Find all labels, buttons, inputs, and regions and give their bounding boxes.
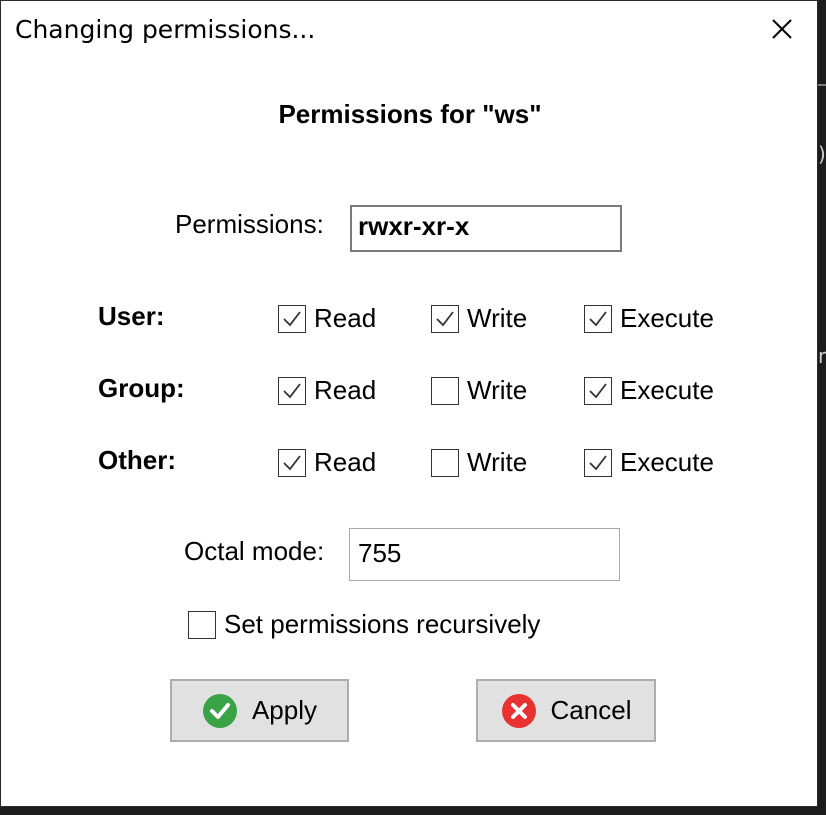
group-write-label: Write: [467, 375, 528, 405]
other-execute-label: Execute: [620, 447, 714, 477]
cancel-button-label: Cancel: [550, 695, 632, 725]
other-read-checkbox-box[interactable]: [278, 448, 306, 477]
group-read-checkbox[interactable]: Read: [278, 375, 376, 406]
apply-button-label: Apply: [251, 695, 318, 725]
other-write-label: Write: [467, 447, 528, 477]
checkmark-icon: [436, 310, 454, 326]
user-write-label: Write: [467, 303, 528, 333]
dialog-heading: Permissions for "ws": [278, 99, 542, 129]
user-execute-label: Execute: [620, 303, 714, 333]
user-read-checkbox-box[interactable]: [278, 304, 306, 333]
group-execute-checkbox[interactable]: Execute: [584, 375, 714, 406]
octal-mode-label: Octal mode:: [184, 536, 325, 566]
recursive-checkbox[interactable]: Set permissions recursively: [188, 609, 540, 640]
octal-mode-field[interactable]: 755: [349, 528, 620, 581]
checkmark-icon: [283, 454, 301, 470]
close-icon: [772, 19, 792, 39]
permissions-string-field[interactable]: rwxr-xr-x: [350, 205, 622, 252]
x-circle-icon: [501, 693, 536, 728]
check-circle-icon: [202, 693, 237, 728]
apply-button[interactable]: Apply: [170, 679, 349, 742]
user-row-label: User:: [98, 301, 165, 331]
other-read-checkbox[interactable]: Read: [278, 447, 376, 478]
other-execute-checkbox[interactable]: Execute: [584, 447, 714, 478]
permissions-dialog: Changing permissions... Permissions for …: [0, 0, 818, 807]
other-row-label: Other:: [98, 445, 176, 475]
permissions-label: Permissions:: [175, 209, 324, 239]
recursive-checkbox-box[interactable]: [188, 610, 216, 639]
group-row-label: Group:: [98, 373, 185, 403]
group-read-label: Read: [314, 375, 377, 405]
background-divider: [818, 84, 826, 86]
background-text: n: [818, 344, 826, 368]
checkmark-icon: [283, 310, 301, 326]
user-execute-checkbox-box[interactable]: [584, 304, 612, 333]
checkmark-icon: [283, 382, 301, 398]
other-write-checkbox[interactable]: Write: [431, 447, 527, 478]
user-read-checkbox[interactable]: Read: [278, 303, 376, 334]
group-write-checkbox[interactable]: Write: [431, 375, 527, 406]
other-execute-checkbox-box[interactable]: [584, 448, 612, 477]
dialog-titlebar: Changing permissions...: [1, 1, 817, 61]
user-write-checkbox[interactable]: Write: [431, 303, 527, 334]
other-read-label: Read: [314, 447, 377, 477]
user-read-label: Read: [314, 303, 377, 333]
group-execute-checkbox-box[interactable]: [584, 376, 612, 405]
group-execute-label: Execute: [620, 375, 714, 405]
background-text: ): [818, 142, 826, 166]
dialog-title: Changing permissions...: [15, 15, 316, 44]
checkmark-icon: [589, 310, 607, 326]
user-write-checkbox-box[interactable]: [431, 304, 459, 333]
group-read-checkbox-box[interactable]: [278, 376, 306, 405]
checkmark-icon: [589, 382, 607, 398]
close-button[interactable]: [759, 9, 805, 53]
recursive-checkbox-label: Set permissions recursively: [224, 609, 541, 639]
checkmark-icon: [589, 454, 607, 470]
cancel-button[interactable]: Cancel: [476, 679, 656, 742]
group-write-checkbox-box[interactable]: [431, 376, 459, 405]
other-write-checkbox-box[interactable]: [431, 448, 459, 477]
user-execute-checkbox[interactable]: Execute: [584, 303, 714, 334]
